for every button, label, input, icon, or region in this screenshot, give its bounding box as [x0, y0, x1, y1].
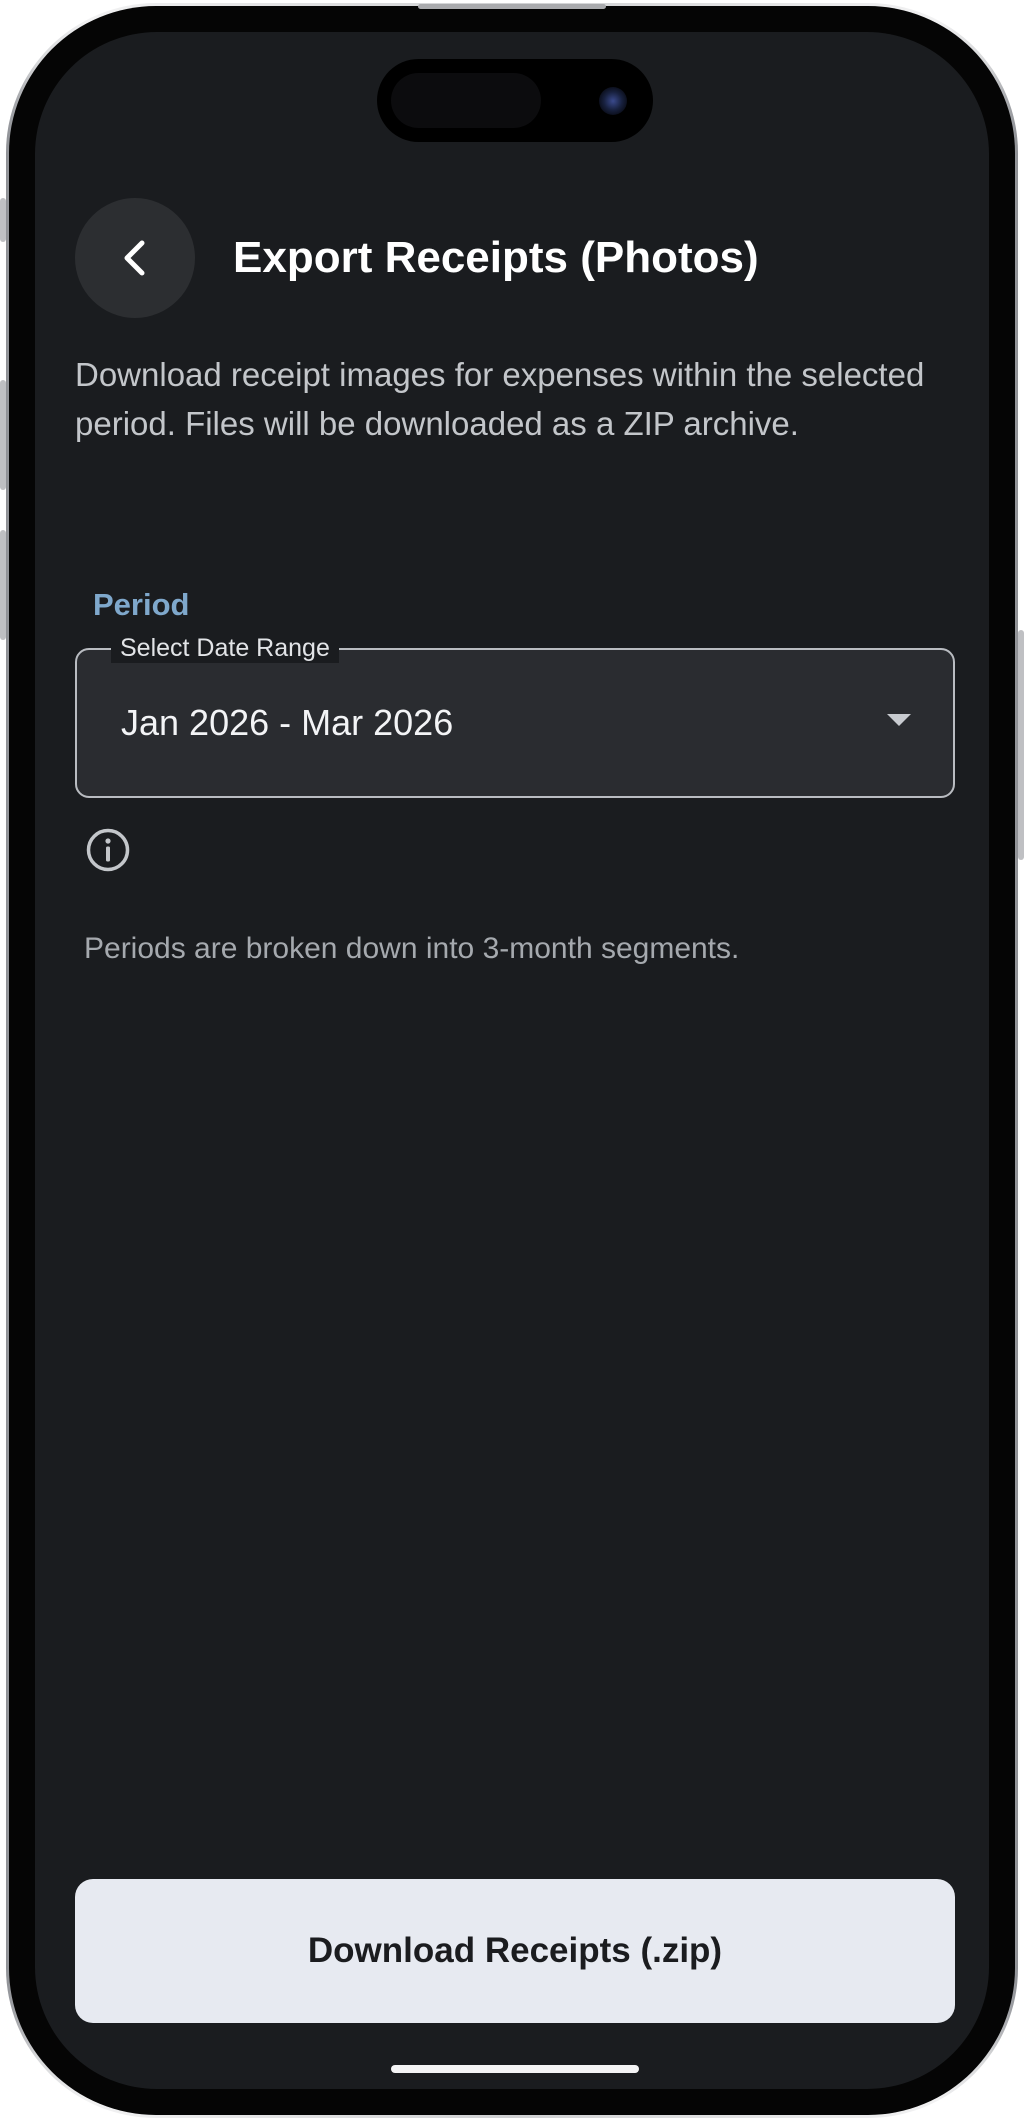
period-hint-text: Periods are broken down into 3-month seg… — [84, 932, 740, 965]
front-camera-icon — [599, 87, 627, 115]
top-speaker-line — [418, 4, 606, 9]
phone-bezel: Export Receipts (Photos) Download receip… — [9, 6, 1015, 2115]
app-screen: Export Receipts (Photos) Download receip… — [35, 32, 989, 2089]
side-button-left-volume-up — [0, 380, 6, 490]
side-button-right-power — [1018, 630, 1024, 860]
period-section-label: Period — [93, 587, 190, 622]
island-sensor — [391, 73, 541, 128]
date-range-field-label: Select Date Range — [111, 633, 339, 663]
download-receipts-button[interactable]: Download Receipts (.zip) — [75, 1879, 955, 2023]
side-button-left-action — [0, 198, 6, 242]
dynamic-island — [377, 59, 653, 142]
date-range-dropdown[interactable]: Select Date Range Jan 2026 - Mar 2026 — [75, 633, 955, 798]
info-icon — [86, 828, 130, 872]
back-button[interactable] — [75, 198, 195, 318]
chevron-left-icon — [124, 240, 145, 276]
page-title: Export Receipts (Photos) — [233, 233, 759, 282]
phone-frame: Export Receipts (Photos) Download receip… — [6, 3, 1018, 2118]
page-description: Download receipt images for expenses wit… — [75, 356, 925, 442]
home-indicator[interactable] — [391, 2065, 639, 2073]
side-button-left-volume-down — [0, 530, 6, 640]
date-range-selected-value: Jan 2026 - Mar 2026 — [121, 702, 454, 743]
caret-down-icon — [887, 714, 911, 726]
